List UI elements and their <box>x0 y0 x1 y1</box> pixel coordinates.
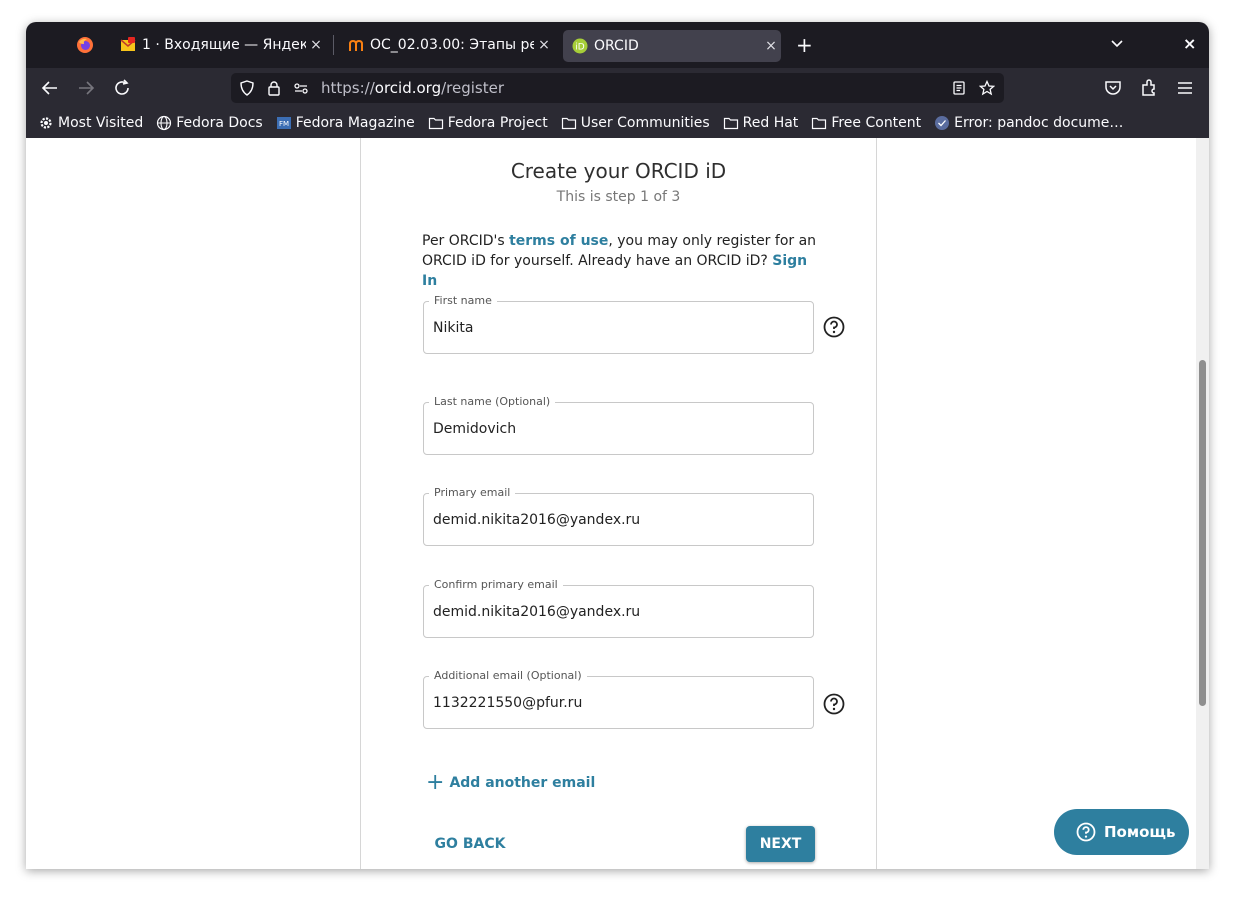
reader-view-icon[interactable] <box>951 80 967 96</box>
url-path: /register <box>441 79 505 97</box>
window-close-button[interactable]: × <box>1183 34 1196 53</box>
fedora-magazine-icon: FM <box>276 117 291 129</box>
plus-icon: + <box>426 770 445 795</box>
go-back-button[interactable]: GO BACK <box>423 826 517 862</box>
tab-title: 1 · Входящие — Яндекс П <box>142 37 306 53</box>
bookmark-fedora-magazine[interactable]: FM Fedora Magazine <box>276 115 415 131</box>
confirm-email-label: Confirm primary email <box>429 578 563 591</box>
help-widget-label: Помощь <box>1104 823 1176 841</box>
tab-moodle-course[interactable]: ОС_02.03.00: Этапы реа × <box>338 22 554 68</box>
first-name-field: First name <box>423 294 814 354</box>
last-name-input[interactable] <box>433 417 803 441</box>
additional-email-label: Additional email (Optional) <box>429 669 587 682</box>
hamburger-menu-icon[interactable] <box>1175 78 1195 98</box>
bookmark-label: Fedora Magazine <box>295 115 415 131</box>
url-scheme: https:// <box>321 79 375 97</box>
globe-icon <box>157 115 172 131</box>
tab-yandex-mail[interactable]: 1 · Входящие — Яндекс П × <box>110 22 326 68</box>
pocket-icon[interactable] <box>1103 78 1123 98</box>
bookmark-pandoc-error[interactable]: Error: pandoc docume… <box>934 115 1123 131</box>
orcid-icon: iD <box>572 38 588 54</box>
primary-email-field: Primary email <box>423 486 814 546</box>
lock-icon[interactable] <box>266 80 282 96</box>
close-icon[interactable]: × <box>306 37 326 53</box>
bookmark-label: User Communities <box>580 115 710 131</box>
svg-text:iD: iD <box>575 43 585 53</box>
bookmark-fedora-project[interactable]: Fedora Project <box>428 115 548 131</box>
page-content: Create your ORCID iD This is step 1 of 3… <box>26 138 1209 869</box>
close-icon[interactable]: × <box>761 38 781 54</box>
bookmark-label: Red Hat <box>742 115 799 131</box>
folder-icon <box>812 117 827 130</box>
help-circle-icon[interactable] <box>823 693 845 715</box>
terms-of-use-link[interactable]: terms of use <box>509 233 608 249</box>
forward-arrow-icon[interactable] <box>76 78 96 98</box>
first-name-input[interactable] <box>433 316 803 340</box>
scrollbar-thumb[interactable] <box>1199 360 1206 706</box>
bookmark-label: Fedora Docs <box>176 115 263 131</box>
last-name-field: Last name (Optional) <box>423 395 814 455</box>
confirm-email-input[interactable] <box>433 600 803 624</box>
bookmark-user-communities[interactable]: User Communities <box>561 115 710 131</box>
tab-title: ОС_02.03.00: Этапы реа <box>370 37 534 53</box>
folder-icon <box>723 117 738 130</box>
bookmark-label: Free Content <box>831 115 922 131</box>
tab-orcid[interactable]: iD ORCID × <box>563 30 781 62</box>
navigation-toolbar: https://orcid.org/register <box>26 68 1209 108</box>
chevron-down-icon[interactable] <box>1109 35 1125 51</box>
page-title: Create your ORCID iD <box>510 159 727 183</box>
shield-icon[interactable] <box>239 80 255 96</box>
firefox-icon[interactable] <box>76 36 94 54</box>
help-circle-icon[interactable] <box>823 316 845 338</box>
step-indicator: This is step 1 of 3 <box>556 189 681 205</box>
help-widget-button[interactable]: Помощь <box>1054 809 1189 855</box>
site-icon <box>935 116 950 130</box>
last-name-label: Last name (Optional) <box>429 395 556 408</box>
moodle-icon <box>349 39 363 51</box>
first-name-label: First name <box>429 294 497 307</box>
register-card: Create your ORCID iD This is step 1 of 3… <box>360 138 877 869</box>
scrollbar[interactable] <box>1196 138 1209 869</box>
back-arrow-icon[interactable] <box>40 78 60 98</box>
tab-strip: 1 · Входящие — Яндекс П × ОС_02.03.00: Э… <box>26 22 1209 68</box>
additional-email-field: Additional email (Optional) <box>423 669 814 729</box>
bookmark-label: Error: pandoc docume… <box>954 115 1124 131</box>
gear-icon <box>40 117 52 129</box>
url-text[interactable]: https://orcid.org/register <box>321 79 504 97</box>
question-mark-icon <box>1076 822 1096 842</box>
svg-text:FM: FM <box>279 120 289 128</box>
close-icon[interactable]: × <box>534 37 554 53</box>
bookmarks-toolbar: Most Visited Fedora Docs FM Fedora Magaz… <box>26 108 1209 138</box>
yandex-mail-icon <box>120 37 136 51</box>
url-bar[interactable]: https://orcid.org/register <box>231 73 1004 103</box>
new-tab-button[interactable]: + <box>796 33 813 57</box>
extensions-icon[interactable] <box>1139 78 1159 98</box>
bookmark-free-content[interactable]: Free Content <box>811 115 921 131</box>
intro-text: Per ORCID's terms of use, you may only r… <box>422 231 822 291</box>
bookmark-fedora-docs[interactable]: Fedora Docs <box>156 115 263 131</box>
url-host: orcid.org <box>374 79 442 97</box>
bookmark-star-icon[interactable] <box>979 80 995 96</box>
permissions-icon[interactable] <box>293 80 309 96</box>
tab-separator <box>333 35 334 55</box>
primary-email-label: Primary email <box>429 486 516 499</box>
add-email-label: Add another email <box>449 775 596 791</box>
primary-email-input[interactable] <box>433 508 803 532</box>
next-button[interactable]: NEXT <box>746 826 815 862</box>
tab-title: ORCID <box>594 38 639 54</box>
bookmark-label: Most Visited <box>58 115 144 131</box>
folder-icon <box>561 117 576 130</box>
add-another-email-button[interactable]: + Add another email <box>426 770 596 795</box>
additional-email-input[interactable] <box>433 691 803 715</box>
folder-icon <box>428 117 443 130</box>
confirm-email-field: Confirm primary email <box>423 578 814 638</box>
reload-icon[interactable] <box>112 78 132 98</box>
bookmark-most-visited[interactable]: Most Visited <box>38 115 143 131</box>
bookmark-red-hat[interactable]: Red Hat <box>723 115 799 131</box>
intro-prefix: Per ORCID's <box>422 233 510 249</box>
bookmark-label: Fedora Project <box>447 115 548 131</box>
browser-window: 1 · Входящие — Яндекс П × ОС_02.03.00: Э… <box>26 22 1209 869</box>
